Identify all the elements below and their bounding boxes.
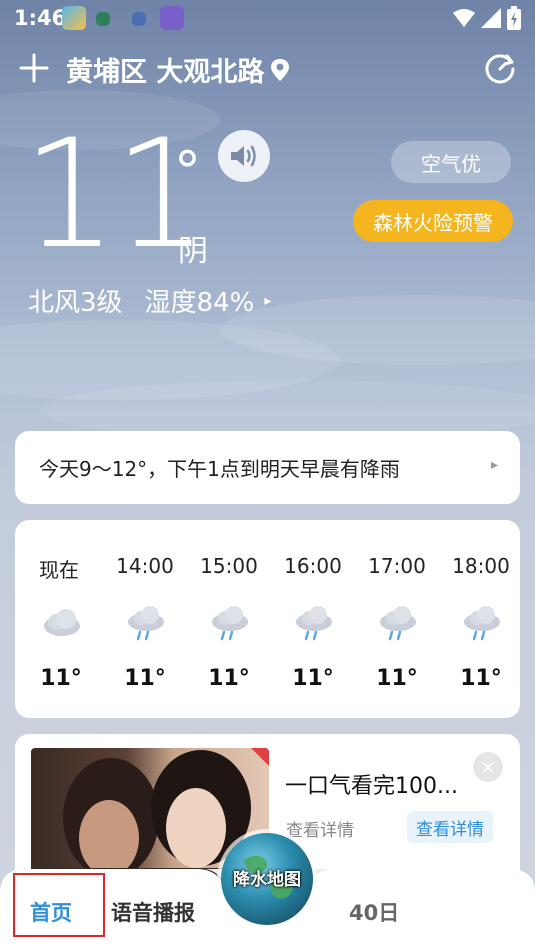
- weather-condition: 阴: [178, 234, 208, 269]
- precipitation-map-label: 降水地图: [233, 870, 301, 890]
- location-selector[interactable]: 黄埔区 大观北路: [66, 50, 290, 89]
- ad-close-button[interactable]: ×: [473, 752, 503, 782]
- forecast-summary-card[interactable]: 今天9～12°，下午1点到明天早晨有降雨 ▸: [15, 431, 520, 504]
- degree-symbol: °: [174, 140, 201, 203]
- app-grid-icon: [160, 6, 184, 30]
- rain-icon: [128, 606, 164, 641]
- status-time: 1:46: [14, 6, 67, 30]
- hour-column: 现在 11°: [19, 520, 103, 718]
- rain-icon: [380, 606, 416, 641]
- precipitation-map-button[interactable]: 降水地图: [221, 833, 313, 925]
- rain-icon: [464, 606, 500, 641]
- ad-cta-button[interactable]: 查看详情: [407, 811, 493, 843]
- hour-temperature: 11°: [208, 666, 250, 691]
- hour-column: 16:00 11°: [271, 520, 355, 718]
- header: 黄埔区 大观北路: [0, 48, 535, 92]
- hour-time: 现在: [39, 558, 79, 582]
- cloud-icon: [44, 609, 80, 636]
- battery-icon: [507, 6, 521, 30]
- rain-icon: [296, 606, 332, 641]
- location-pin-icon: [271, 58, 290, 81]
- hour-temperature: 11°: [460, 666, 502, 691]
- wind-humidity[interactable]: 北风3级 湿度84% ▸: [28, 282, 271, 319]
- hour-time: 16:00: [284, 554, 342, 578]
- hour-column: 14:00 11°: [103, 520, 187, 718]
- wifi-icon: [453, 9, 475, 27]
- forecast-summary-text: 今天9～12°，下午1点到明天早晨有降雨: [39, 457, 400, 481]
- hour-time: 14:00: [116, 554, 174, 578]
- add-city-icon[interactable]: [18, 52, 50, 84]
- refresh-icon[interactable]: [483, 52, 517, 86]
- notification-icon: [132, 12, 146, 26]
- notification-icon: [96, 12, 110, 26]
- weather-app-icon: [62, 6, 86, 30]
- ad-title: 一口气看完100...: [285, 774, 458, 799]
- chevron-right-icon: ▸: [264, 292, 272, 309]
- wind-info: 北风3级: [28, 288, 123, 318]
- hour-temperature: 11°: [40, 666, 82, 691]
- hour-temperature: 11°: [292, 666, 334, 691]
- voice-broadcast-button[interactable]: [218, 130, 270, 182]
- status-bar: 1:46: [0, 0, 535, 38]
- chevron-right-icon: ▸: [490, 457, 498, 473]
- hour-time: 18:00: [452, 554, 510, 578]
- hourly-forecast-card[interactable]: 现在 11° 14:00 11° 15:00 11° 16:00 11° 17:…: [15, 520, 520, 718]
- tab-40-day[interactable]: 40日: [349, 897, 399, 927]
- tab-home[interactable]: 首页: [30, 897, 72, 927]
- hour-column: 18:00 11°: [439, 520, 523, 718]
- location-name: 黄埔区 大观北路: [66, 57, 265, 88]
- hour-temperature: 11°: [124, 666, 166, 691]
- hour-temperature: 11°: [376, 666, 418, 691]
- forest-fire-warning-badge[interactable]: 森林火险预警: [353, 200, 513, 242]
- humidity-info: 湿度84%: [144, 288, 255, 318]
- hour-time: 15:00: [200, 554, 258, 578]
- speaker-icon: [231, 145, 256, 167]
- hour-column: 17:00 11°: [355, 520, 439, 718]
- rain-icon: [212, 606, 248, 641]
- hour-column: 15:00 11°: [187, 520, 271, 718]
- hour-time: 17:00: [368, 554, 426, 578]
- air-quality-badge[interactable]: 空气优: [391, 141, 511, 183]
- status-icons: [453, 6, 521, 30]
- tab-voice-broadcast[interactable]: 语音播报: [111, 897, 195, 927]
- signal-icon: [481, 8, 501, 28]
